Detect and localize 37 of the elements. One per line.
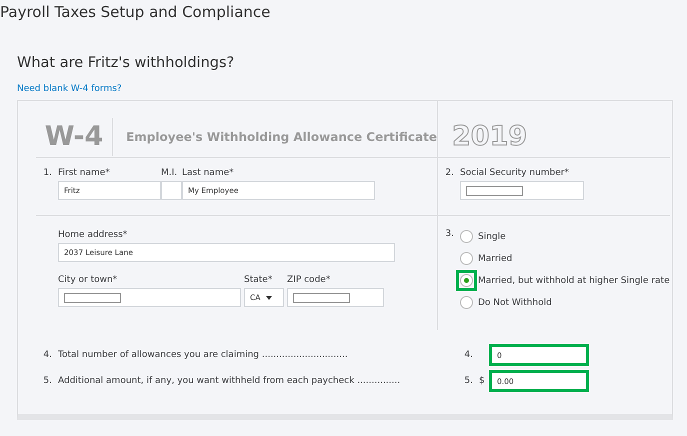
line-label: Total number of allowances you are claiming .............................. bbox=[58, 350, 348, 360]
zip-code-field[interactable] bbox=[287, 288, 384, 307]
line-number: 5. bbox=[42, 376, 53, 386]
radio-label: Married bbox=[478, 254, 512, 264]
line-label: Additional amount, if any, you want withheld from each paycheck ............... bbox=[58, 376, 400, 386]
field-label: Last name* bbox=[182, 168, 234, 178]
city-field[interactable] bbox=[58, 288, 241, 307]
page-title: Payroll Taxes Setup and Compliance bbox=[0, 3, 272, 21]
line-number: 3. bbox=[444, 229, 455, 241]
line-number: 2. bbox=[444, 168, 455, 180]
ssn-field[interactable] bbox=[460, 181, 584, 200]
line-number: 1. bbox=[42, 168, 53, 180]
radio-button[interactable] bbox=[460, 230, 473, 243]
radio-button[interactable] bbox=[460, 296, 473, 309]
field-label: M.I. bbox=[161, 168, 178, 178]
radio-button[interactable] bbox=[460, 252, 473, 265]
line-number: 5. bbox=[463, 376, 474, 386]
middle-initial-field[interactable] bbox=[161, 181, 182, 200]
radio-button[interactable] bbox=[460, 274, 473, 287]
blank-forms-link[interactable]: Need blank W-4 forms? bbox=[17, 84, 122, 94]
form-code: W-4 bbox=[36, 118, 114, 156]
field-label: State* bbox=[244, 275, 274, 285]
currency-sign: $ bbox=[479, 376, 486, 386]
section-heading: What are Fritz's withholdings? bbox=[17, 55, 236, 71]
radio-label: Single bbox=[478, 232, 506, 242]
line-number: 4. bbox=[463, 350, 474, 360]
field-label: Social Security number* bbox=[460, 168, 570, 178]
form-year: 2019 bbox=[452, 120, 528, 154]
field-label: Home address* bbox=[58, 230, 128, 240]
line-number: 4. bbox=[42, 350, 53, 360]
radio-label: Married, but withhold at higher Single rate bbox=[478, 276, 670, 286]
field-label: City or town* bbox=[58, 275, 118, 285]
caret-icon bbox=[266, 296, 272, 300]
field-label: ZIP code* bbox=[287, 275, 332, 285]
radio-label: Do Not Withhold bbox=[478, 298, 552, 308]
form-title: Employee's Withholding Allowance Certificate bbox=[126, 130, 437, 144]
field-label: First name* bbox=[58, 168, 111, 178]
